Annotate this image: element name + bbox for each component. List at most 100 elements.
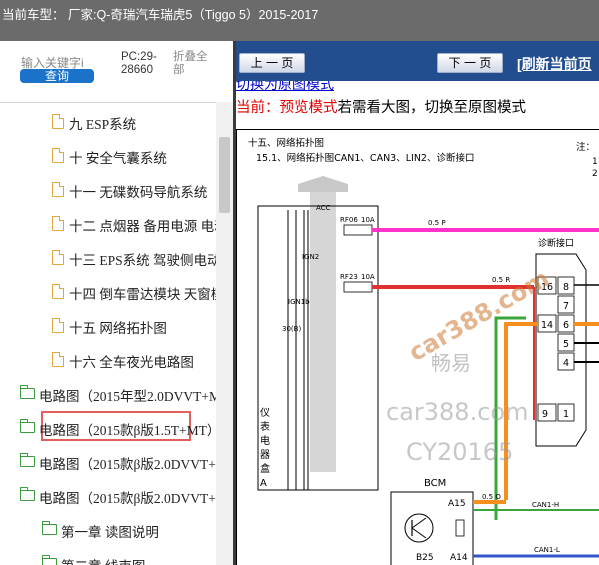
prev-page-button[interactable]: 上 一 页 (239, 53, 305, 73)
b25-label: B25 (416, 553, 434, 563)
page-icon (52, 114, 64, 129)
folder-icon (42, 521, 57, 535)
page-icon (52, 352, 64, 367)
pin-14: 14 (541, 320, 553, 331)
collapse-all-button[interactable]: 折叠全部 (173, 51, 215, 77)
folder-icon (20, 385, 35, 399)
sidebar: 输入关键字i 查询 PC:29-28660 折叠全部 九 ESP系统 十 安全气… (0, 41, 233, 565)
rf06-fuse (343, 224, 373, 236)
tree-folder-2015-20dvvt-m[interactable]: 电路图（2015年型2.0DVVT+M (20, 379, 216, 407)
tree-folder-2015-15t-mt[interactable]: 电路图（2015款β版1.5T+MT） (20, 413, 216, 441)
diagram-title: 十五、网络拓扑图 (248, 137, 324, 149)
tree-folder-2015-20dvvt-m-beta[interactable]: 电路图（2015款β版2.0DVVT+M (20, 481, 216, 509)
title-bar: 当前车型： 厂家:Q-奇瑞汽车瑞虎5（Tiggo 5）2015-2017 (0, 0, 599, 41)
folder-icon (20, 419, 35, 433)
rf06-amp: 10A (361, 216, 375, 224)
tree-item-label: 十四 倒车雷达模块 天窗模 (69, 287, 216, 302)
page-icon (52, 318, 64, 333)
diagram-subtitle: 15.1、网络拓扑图CAN1、CAN3、LIN2、诊断接口 (256, 152, 474, 164)
diagram-note: 注： (576, 141, 595, 153)
bcm-label: BCM (424, 478, 446, 489)
catalog-tree: 九 ESP系统 十 安全气囊系统 十一 无碟数码导航系统 十二 点烟器 备用电源… (0, 102, 216, 565)
page-icon (52, 284, 64, 299)
tree-item-parking-radar[interactable]: 十四 倒车雷达模块 天窗模 (52, 277, 216, 305)
preview-mode-label: 当前：预览模式 (236, 100, 338, 116)
search-area: 输入关键字i 查询 PC:29-28660 折叠全部 (0, 41, 233, 103)
diagram-note-2: 2 (592, 169, 598, 179)
tree-item-label: 十 安全气囊系统 (69, 151, 167, 166)
acc-label: ACC (316, 204, 331, 212)
page-icon (52, 148, 64, 163)
tree-item-night-light[interactable]: 十六 全车夜光电路图 (52, 345, 216, 373)
page-icon (52, 182, 64, 197)
switch-mode-link[interactable]: 切换为原图模式 (236, 81, 334, 93)
ign1b-label: IGN1b (288, 298, 310, 306)
sidebar-scroll-thumb[interactable] (219, 137, 230, 213)
tree-folder-chapter-1[interactable]: 第一章 读图说明 (42, 515, 216, 543)
panel-label-6: A (260, 478, 267, 489)
rf06-label: RF06 (340, 216, 358, 224)
tree-item-label: 第二章 线束图 (61, 555, 145, 565)
tree-item-label: 电路图（2015款β版2.0DVVT+C (39, 457, 216, 472)
panel-label-5: 盒 (260, 462, 270, 475)
pin-6: 6 (563, 320, 569, 331)
rf23-amp: 10A (361, 273, 375, 281)
pin-7: 7 (563, 301, 569, 312)
wiring-diagram-svg: 十五、网络拓扑图 15.1、网络拓扑图CAN1、CAN3、LIN2、诊断接口 注… (236, 130, 599, 565)
pin-9: 9 (542, 409, 548, 420)
diag-connector-label: 诊断接口 (538, 237, 574, 249)
tree-item-navigation[interactable]: 十一 无碟数码导航系统 (52, 175, 216, 203)
diagram-note-1: 1 (592, 157, 598, 167)
watermark-car388-gray: car388.com (386, 398, 528, 426)
tree-item-label: 电路图（2015款β版2.0DVVT+M (39, 491, 216, 506)
viewer-pane: 上 一 页 下 一 页 [刷新当前页 切换为原图模式 当前：预览模式若需看大图，… (236, 41, 599, 565)
panel-label-2: 表 (260, 420, 270, 433)
panel-label-1: 仪 (260, 407, 270, 419)
panel-label-4: 器 (260, 449, 270, 461)
tree-item-label: 十三 EPS系统 驾驶侧电动 (69, 253, 216, 268)
wiring-diagram[interactable]: 十五、网络拓扑图 15.1、网络拓扑图CAN1、CAN3、LIN2、诊断接口 注… (236, 129, 599, 565)
tree-item-label: 第一章 读图说明 (61, 525, 159, 540)
tree-item-airbag[interactable]: 十 安全气囊系统 (52, 141, 216, 169)
preview-mode-hint: 若需看大图，切换至原图模式 (337, 100, 527, 116)
pin-8: 8 (563, 282, 569, 293)
tree-item-label: 九 ESP系统 (69, 117, 137, 132)
pin-4: 4 (563, 358, 569, 369)
wire-p-label: 0.5 P (428, 219, 446, 227)
wire-o-label: 0.5 O (482, 493, 501, 501)
pc-code: PC:29-28660 (121, 51, 157, 76)
tree-item-eps[interactable]: 十三 EPS系统 驾驶侧电动 (52, 243, 216, 271)
query-button[interactable]: 查询 (20, 69, 94, 83)
page-icon (52, 216, 64, 231)
tree-folder-2015-20dvvt-c[interactable]: 电路图（2015款β版2.0DVVT+C (20, 447, 216, 475)
ign2-label: IGN2 (302, 253, 319, 261)
folder-icon (20, 487, 35, 501)
preview-mode-notice: 当前：预览模式若需看大图，切换至原图模式 (236, 96, 526, 117)
watermark-cy: CY20165 (406, 438, 513, 466)
pin-1: 1 (563, 409, 569, 420)
tree-item-label: 十六 全车夜光电路图 (69, 355, 194, 370)
vehicle-title: 当前车型： 厂家:Q-奇瑞汽车瑞虎5（Tiggo 5）2015-2017 (2, 8, 319, 22)
tree-folder-chapter-2[interactable]: 第二章 线束图 (42, 549, 216, 565)
can1h-label: CAN1-H (532, 501, 559, 509)
next-page-button[interactable]: 下 一 页 (437, 53, 503, 73)
tree-item-esp[interactable]: 九 ESP系统 (52, 107, 216, 135)
folder-icon (20, 453, 35, 467)
tree-item-label: 十五 网络拓扑图 (69, 321, 167, 336)
tree-item-label: 电路图（2015款β版1.5T+MT） (39, 423, 216, 438)
tree-item-cigarette-lighter[interactable]: 十二 点烟器 备用电源 电动 (52, 209, 216, 237)
tree-item-label: 十一 无碟数码导航系统 (69, 185, 208, 200)
watermark-changyi: 畅易 (431, 351, 471, 375)
refresh-page-link[interactable]: [刷新当前页 (517, 54, 592, 74)
a15-label: A15 (448, 499, 466, 509)
arrow-shaft (310, 192, 336, 472)
can1l-label: CAN1-L (534, 546, 560, 554)
tree-item-network-topology[interactable]: 十五 网络拓扑图 (52, 311, 192, 339)
a14-label: A14 (450, 553, 468, 563)
pin-5: 5 (563, 339, 569, 350)
folder-icon (42, 555, 57, 565)
tree-item-label: 电路图（2015年型2.0DVVT+M (39, 389, 216, 404)
panel-label-3: 电 (260, 434, 270, 447)
tree-item-label: 十二 点烟器 备用电源 电动 (69, 219, 216, 234)
page-icon (52, 250, 64, 265)
